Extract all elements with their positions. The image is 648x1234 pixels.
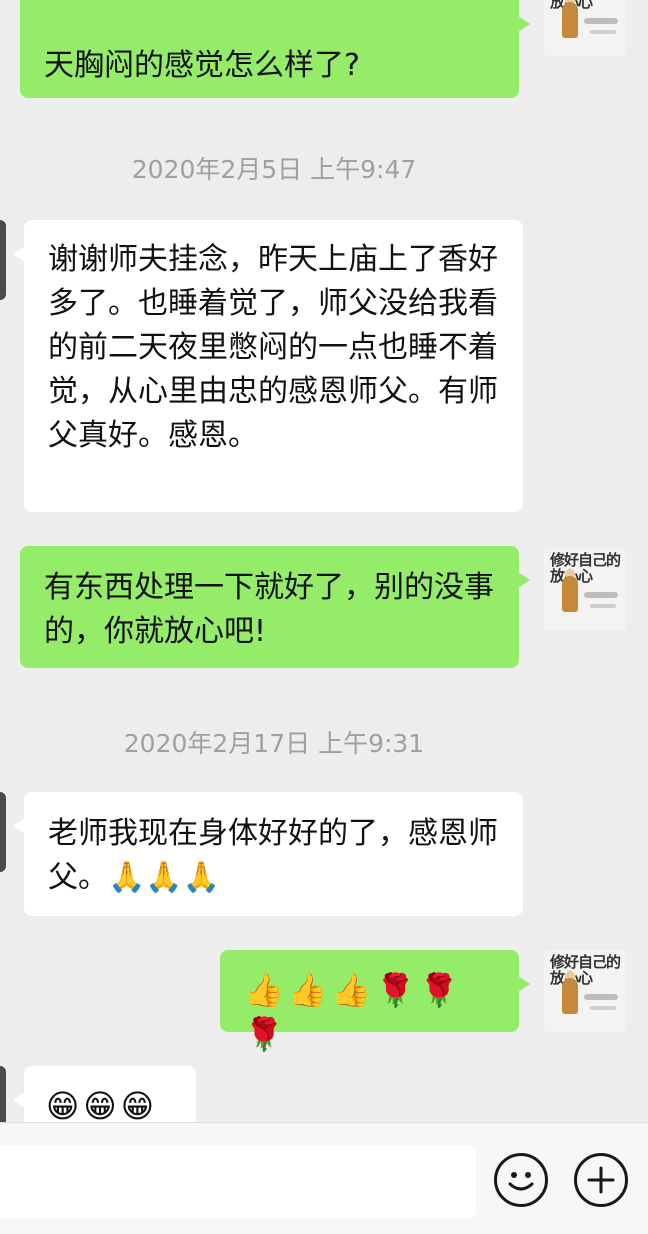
avatar-contact[interactable] <box>0 1066 6 1122</box>
ink-stroke <box>590 604 616 608</box>
ink-stroke <box>590 1006 616 1010</box>
avatar-calligraphy: 修好自己的放心心 <box>550 551 621 585</box>
message-text: 天胸闷的感觉怎么样了? <box>44 48 360 83</box>
message-bubble-incoming[interactable]: 😁😁😁 <box>13 1066 196 1122</box>
timestamp: 2020年2月17日 上午9:31 <box>123 729 425 758</box>
message-text: 谢谢师夫挂念，昨天上庙上了香好多了。也睡着觉了，师父没给我看的前二天夜里憋闷的一… <box>48 242 498 453</box>
message-bubble-outgoing[interactable]: 天胸闷的感觉怎么样了? <box>20 0 530 98</box>
smiley-face-glyph <box>508 1172 534 1191</box>
message-emoji-text: 👍👍👍🌹🌹🌹 <box>244 971 464 1053</box>
message-emoji-text: 😁😁😁 <box>46 1087 159 1122</box>
message-input[interactable] <box>0 1145 476 1219</box>
chat-area[interactable]: 天胸闷的感觉怎么样了? 修好自己的放心心 2020年2月5日 上午9:47 谢谢… <box>0 0 648 1122</box>
message-bubble-outgoing[interactable]: 有东西处理一下就好了，别的没事的，你就放心吧! <box>20 546 530 668</box>
ink-stroke <box>584 592 618 598</box>
monk-robe-shape <box>562 2 578 38</box>
message-text: 有东西处理一下就好了，别的没事的，你就放心吧! <box>44 570 494 649</box>
ink-stroke <box>584 994 618 1000</box>
avatar-self[interactable]: 修好自己的放心心 <box>544 548 626 630</box>
avatar-contact[interactable] <box>0 220 6 300</box>
message-bubble-incoming[interactable]: 谢谢师夫挂念，昨天上庙上了香好多了。也睡着觉了，师父没给我看的前二天夜里憋闷的一… <box>13 220 523 512</box>
ink-stroke <box>584 18 618 24</box>
message-bubble-outgoing[interactable]: 👍👍👍🌹🌹🌹 <box>220 950 530 1053</box>
avatar-self[interactable]: 修好自己的放心心 <box>544 0 626 56</box>
avatar-contact[interactable] <box>0 792 6 872</box>
plus-circle-icon[interactable] <box>574 1153 628 1207</box>
avatar-calligraphy: 修好自己的放心心 <box>550 953 621 987</box>
monk-robe-shape <box>562 576 578 612</box>
timestamp: 2020年2月5日 上午9:47 <box>131 155 417 184</box>
ink-stroke <box>590 30 616 34</box>
input-bar <box>0 1122 648 1234</box>
message-bubble-incoming[interactable]: 老师我现在身体好好的了，感恩师父。🙏🙏🙏 <box>13 792 523 916</box>
plus-glyph <box>587 1166 615 1194</box>
monk-robe-shape <box>562 978 578 1014</box>
avatar-self[interactable]: 修好自己的放心心 <box>544 950 626 1032</box>
message-text: 老师我现在身体好好的了，感恩师父。🙏🙏🙏 <box>48 816 498 895</box>
smiley-face-icon[interactable] <box>494 1153 548 1207</box>
